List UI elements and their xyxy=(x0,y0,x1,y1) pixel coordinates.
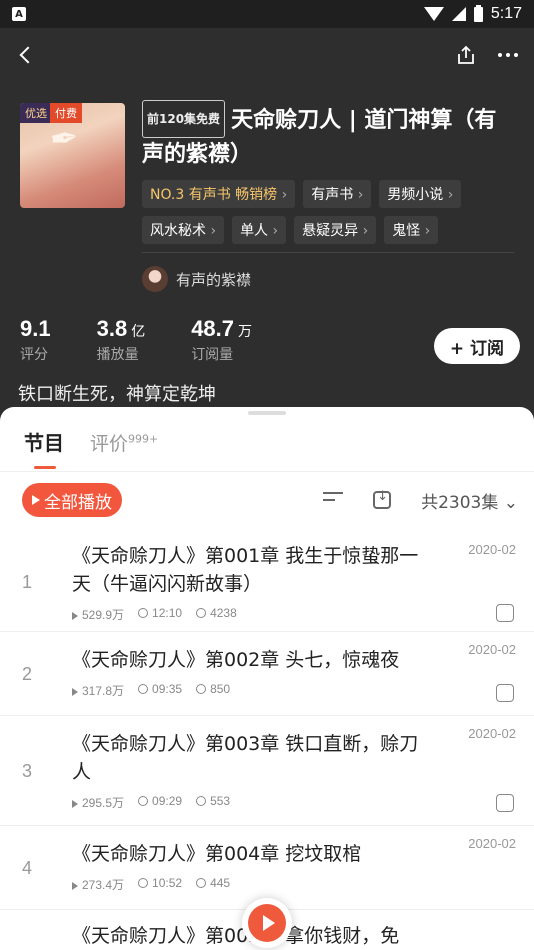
episode-date: 2020-02 xyxy=(468,642,516,657)
episode-title: 《天命赊刀人》第004章 挖坟取棺 xyxy=(72,843,362,865)
divider xyxy=(0,471,534,472)
episode-index: 4 xyxy=(22,858,33,878)
subs-label: 订阅量 xyxy=(191,347,234,363)
subscribe-button[interactable]: + 订阅 xyxy=(433,328,520,364)
download-icon[interactable] xyxy=(496,684,514,702)
duration: 09:29 xyxy=(138,794,182,811)
play-icon xyxy=(262,915,275,931)
author-row[interactable]: 有声的紫襟 xyxy=(142,266,251,292)
episode-title: 《天命赊刀人》第002章 头七，惊魂夜 xyxy=(72,649,400,671)
episode-count-selector[interactable]: 共2303集 ⌄ xyxy=(421,488,518,513)
cover-tag-premium: 优选 xyxy=(20,103,52,123)
comment-count: 445 xyxy=(196,876,230,893)
album-slogan: 铁口断生死，神算定乾坤 xyxy=(18,384,216,405)
album-title: 前120集免费 天命赊刀人 | 道门神算（有声的紫襟） xyxy=(142,100,514,172)
tag-list: NO.3 有声书 畅销榜 有声书 男频小说 风水秘术 单人 悬疑灵异 鬼怪 xyxy=(142,180,514,244)
tag-solo[interactable]: 单人 xyxy=(232,216,287,244)
comment-count: 553 xyxy=(196,794,230,811)
tag-rank[interactable]: NO.3 有声书 畅销榜 xyxy=(142,180,296,208)
batch-download-icon[interactable] xyxy=(373,489,392,509)
episode-title: 《天命赊刀人》第003章 铁口直断，赊刀人 xyxy=(72,733,419,783)
episode-meta: 295.5万 09:29 553 xyxy=(72,794,534,811)
tag-fengshui[interactable]: 风水秘术 xyxy=(142,216,225,244)
more-options-icon[interactable] xyxy=(498,53,518,57)
tag-suspense[interactable]: 悬疑灵异 xyxy=(294,216,377,244)
play-count: 295.5万 xyxy=(72,794,124,811)
album-cover[interactable]: 优选 付费 ✒ xyxy=(20,103,125,208)
tag-male-novel[interactable]: 男频小说 xyxy=(379,180,462,208)
subs-unit: 万 xyxy=(238,324,253,340)
episode-index: 3 xyxy=(22,761,33,781)
chevron-down-icon: ⌄ xyxy=(503,492,518,513)
back-arrow-icon[interactable] xyxy=(19,46,37,64)
comment-count: 850 xyxy=(196,682,230,699)
episode-panel: 节目 评价999+ 全部播放 共2303集 ⌄ 1 《天命赊刀人》第001章 我… xyxy=(0,407,534,950)
episode-meta: 529.9万 12:10 4238 xyxy=(72,606,534,623)
play-all-button[interactable]: 全部播放 xyxy=(22,483,122,517)
episode-date: 2020-02 xyxy=(468,726,516,741)
stat-plays: 3.8 亿 播放量 xyxy=(97,316,146,364)
episode-toolbar: 全部播放 共2303集 ⌄ xyxy=(22,483,518,517)
comment-count: 4238 xyxy=(196,606,237,623)
list-item[interactable]: 2 《天命赊刀人》第002章 头七，惊魂夜 2020-02 317.8万 09:… xyxy=(0,632,534,716)
divider xyxy=(142,252,514,253)
plays-unit: 亿 xyxy=(131,324,146,340)
tab-episodes[interactable]: 节目 xyxy=(24,427,64,456)
stat-score: 9.1 评分 xyxy=(20,316,51,364)
list-item[interactable]: 1 《天命赊刀人》第001章 我生于惊蛰那一天（牛逼闪闪新故事） 2020-02… xyxy=(0,532,534,632)
floating-play-button[interactable] xyxy=(242,898,292,948)
episode-meta: 273.4万 10:52 445 xyxy=(72,876,534,893)
tab-reviews[interactable]: 评价999+ xyxy=(90,429,158,456)
stat-subs: 48.7 万 订阅量 xyxy=(191,316,252,364)
play-icon xyxy=(32,495,40,505)
title-block: 前120集免费 天命赊刀人 | 道门神算（有声的紫襟） NO.3 有声书 畅销榜 … xyxy=(142,100,514,244)
play-all-label: 全部播放 xyxy=(44,492,112,513)
duration: 10:52 xyxy=(138,876,182,893)
plays-value: 3.8 xyxy=(96,316,128,341)
tab-reviews-label: 评价 xyxy=(90,433,129,455)
avatar xyxy=(142,266,168,292)
episode-index: 1 xyxy=(22,572,33,592)
play-count: 273.4万 xyxy=(72,876,124,893)
episode-title: 《天命赊刀人》第001章 我生于惊蛰那一天（牛逼闪闪新故事） xyxy=(72,545,419,595)
wifi-icon xyxy=(423,7,444,21)
share-icon[interactable] xyxy=(456,45,476,65)
play-button-inner xyxy=(248,904,286,942)
play-count: 317.8万 xyxy=(72,682,124,699)
subs-value: 48.7 xyxy=(191,316,235,341)
episode-count: 共2303集 xyxy=(421,492,499,513)
list-item[interactable]: 3 《天命赊刀人》第003章 铁口直断，赊刀人 2020-02 295.5万 0… xyxy=(0,716,534,826)
duration: 09:35 xyxy=(138,682,182,699)
reviews-count: 999+ xyxy=(128,432,159,446)
app-notification-icon: A xyxy=(12,7,26,21)
status-bar: A 5:17 xyxy=(0,0,534,28)
active-tab-indicator xyxy=(34,466,56,469)
stats-row: 9.1 评分 3.8 亿 播放量 48.7 万 订阅量 + 订阅 xyxy=(20,316,520,364)
sort-icon[interactable] xyxy=(323,492,344,508)
tag-audiobook[interactable]: 有声书 xyxy=(303,180,372,208)
download-icon[interactable] xyxy=(496,794,514,812)
score-value: 9.1 xyxy=(20,316,51,341)
episode-index: 2 xyxy=(22,664,33,684)
tab-bar: 节目 评价999+ xyxy=(24,427,158,456)
drag-handle[interactable] xyxy=(248,411,286,415)
top-bar xyxy=(0,28,534,82)
battery-icon xyxy=(473,4,483,22)
download-icon[interactable] xyxy=(496,604,514,622)
episode-date: 2020-02 xyxy=(468,836,516,851)
episode-meta: 317.8万 09:35 850 xyxy=(72,682,534,699)
episode-date: 2020-02 xyxy=(468,542,516,557)
author-name: 有声的紫襟 xyxy=(176,270,252,289)
plays-label: 播放量 xyxy=(96,347,139,363)
cover-art-glyph: ✒ xyxy=(47,117,82,161)
score-label: 评分 xyxy=(20,347,48,363)
clock: 5:17 xyxy=(490,5,522,22)
duration: 12:10 xyxy=(138,606,182,623)
signal-icon xyxy=(451,7,466,21)
tag-ghost[interactable]: 鬼怪 xyxy=(384,216,439,244)
free-episodes-badge: 前120集免费 xyxy=(142,100,226,138)
play-count: 529.9万 xyxy=(72,606,124,623)
episode-list: 1 《天命赊刀人》第001章 我生于惊蛰那一天（牛逼闪闪新故事） 2020-02… xyxy=(0,532,534,950)
